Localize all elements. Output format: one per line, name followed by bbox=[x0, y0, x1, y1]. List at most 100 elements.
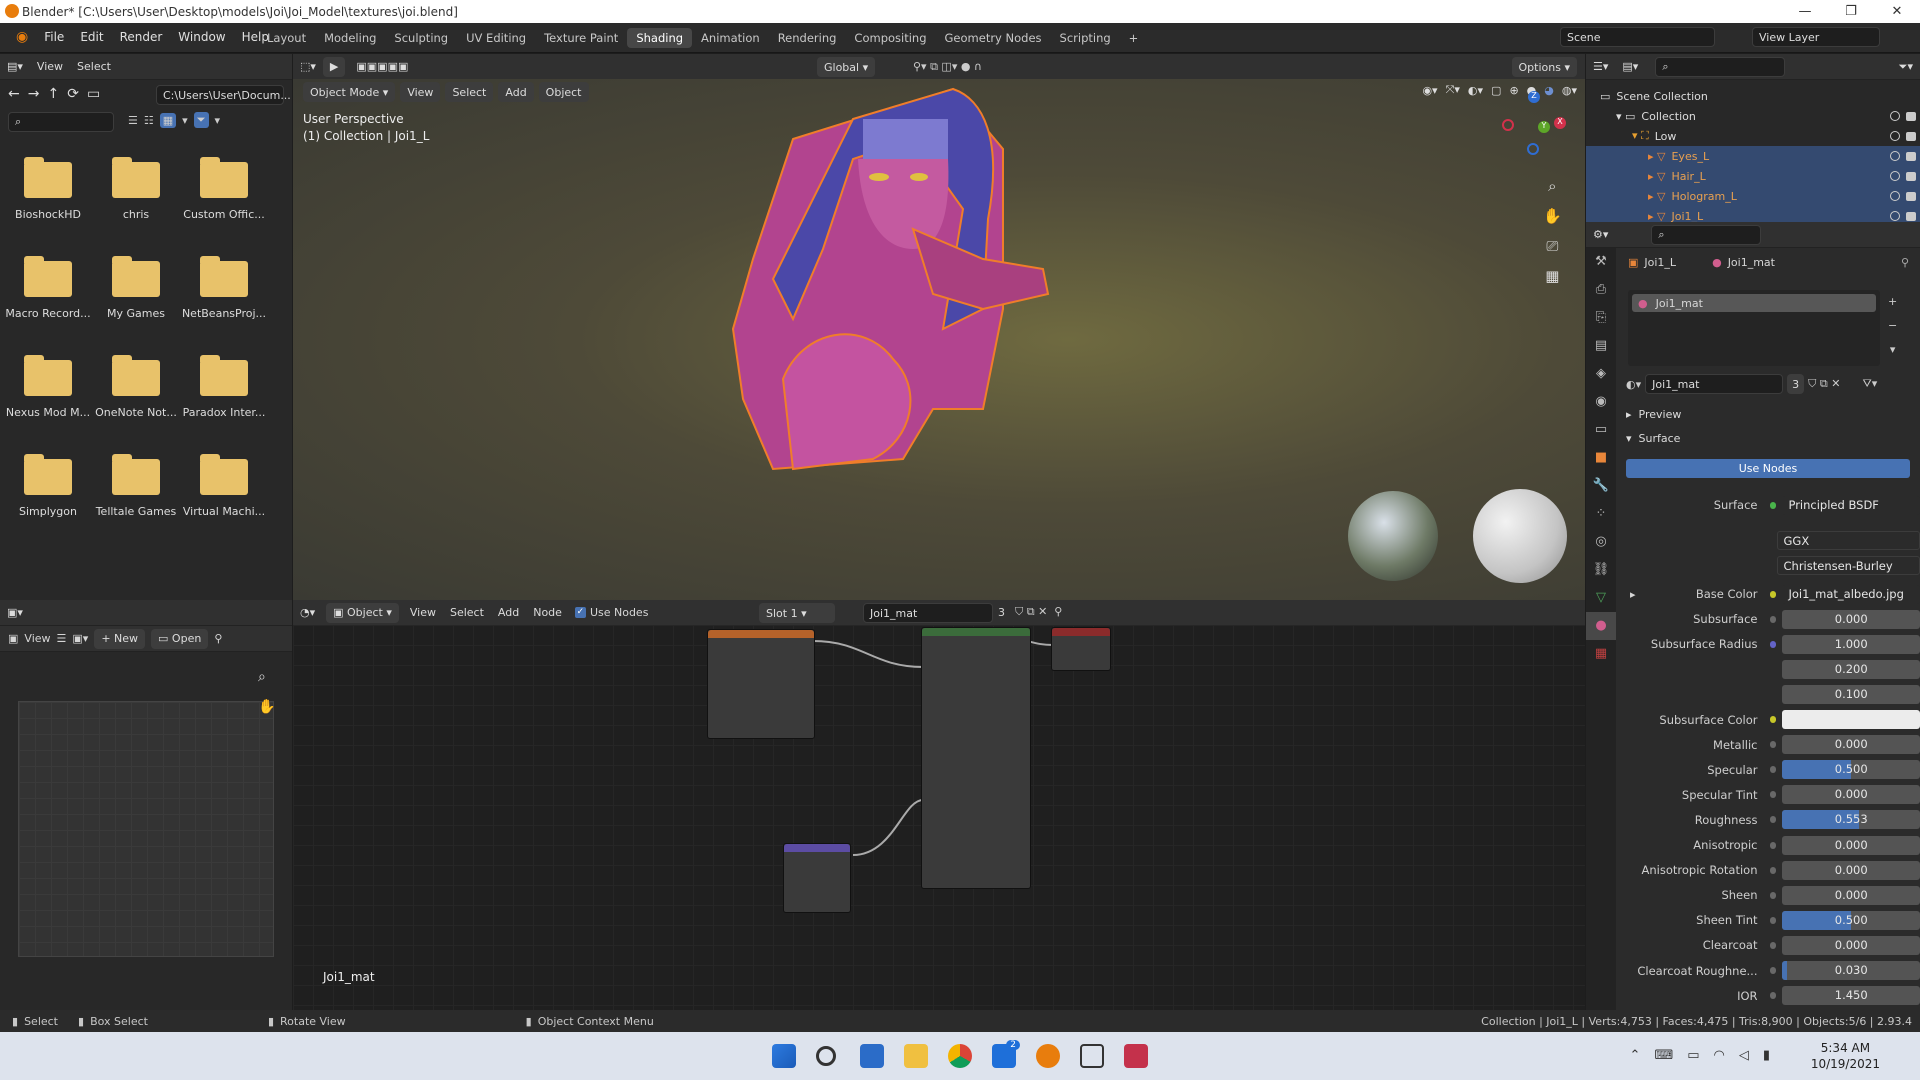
fb-search-input[interactable]: ⌕ bbox=[8, 112, 114, 132]
socket-icon[interactable] bbox=[1769, 716, 1777, 723]
socket-icon[interactable] bbox=[1769, 992, 1777, 1000]
vp-menu-object[interactable]: Object bbox=[538, 82, 589, 102]
ne-menu-select[interactable]: Select bbox=[450, 606, 484, 619]
subsurface-method-dropdown[interactable]: Christensen-Burley bbox=[1776, 555, 1920, 575]
visibility-eye-icon[interactable] bbox=[1890, 211, 1900, 221]
image-canvas[interactable] bbox=[18, 701, 274, 957]
socket-icon[interactable] bbox=[1769, 967, 1777, 974]
tab-compositing[interactable]: Compositing bbox=[845, 28, 935, 48]
outliner-row[interactable]: ▾ ▭ Collection bbox=[1586, 106, 1920, 126]
slot-menu-icon[interactable]: ▾ bbox=[1888, 338, 1897, 362]
list-view-icon[interactable]: ☰ bbox=[128, 114, 138, 127]
collection-tab-icon[interactable]: ▭ bbox=[1586, 416, 1616, 444]
filter-icon[interactable]: ⏷ bbox=[193, 112, 209, 128]
folder-item[interactable]: OneNote Not... bbox=[92, 352, 180, 419]
tab-animation[interactable]: Animation bbox=[692, 28, 769, 48]
back-icon[interactable]: ← bbox=[8, 86, 20, 102]
props-pin-icon[interactable]: ⚲ bbox=[1901, 256, 1909, 269]
editor-type-icon[interactable]: ▤▾ bbox=[7, 60, 23, 73]
chrome-icon[interactable] bbox=[948, 1044, 972, 1068]
number-slider[interactable]: 1.450 bbox=[1782, 986, 1920, 1006]
close-icon[interactable]: ✕ bbox=[1874, 0, 1920, 23]
scene-selector[interactable]: Scene bbox=[1560, 27, 1715, 47]
vp-menu-view[interactable]: View bbox=[400, 82, 441, 102]
keyboard-icon[interactable]: ⌨ bbox=[1654, 1048, 1673, 1063]
minimize-icon[interactable]: — bbox=[1782, 0, 1828, 23]
number-slider[interactable]: 1.000 bbox=[1782, 634, 1920, 654]
clock[interactable]: 5:34 AM 10/19/2021 bbox=[1811, 1040, 1880, 1072]
render-camera-icon[interactable] bbox=[1906, 151, 1916, 161]
socket-icon[interactable] bbox=[1769, 841, 1777, 849]
material-output-node[interactable] bbox=[1051, 627, 1111, 671]
hamburger-menu-icon[interactable]: ☰ bbox=[57, 632, 67, 645]
color-swatch[interactable] bbox=[1782, 710, 1920, 729]
slot-dropdown[interactable]: Slot 1 ▾ bbox=[759, 603, 835, 623]
ne-menu-add[interactable]: Add bbox=[498, 606, 519, 619]
tab-rendering[interactable]: Rendering bbox=[769, 28, 846, 48]
folder-item[interactable]: Virtual Machi... bbox=[180, 451, 268, 518]
overlay-icon[interactable]: ◐▾ bbox=[1468, 84, 1483, 97]
number-slider[interactable]: 0.500 bbox=[1782, 910, 1920, 930]
socket-icon[interactable] bbox=[1769, 866, 1777, 874]
tab-layout[interactable]: Layout bbox=[258, 28, 315, 48]
number-slider[interactable]: 0.000 bbox=[1782, 609, 1920, 629]
physics-tab-icon[interactable]: ◎ bbox=[1586, 528, 1616, 556]
menu-render[interactable]: Render bbox=[120, 30, 163, 44]
material-slot-list[interactable]: ● Joi1_mat bbox=[1628, 290, 1880, 366]
navigation-gizmo[interactable]: Z X Y bbox=[1500, 91, 1566, 157]
ne-menu-node[interactable]: Node bbox=[533, 606, 562, 619]
expand-icon[interactable]: ▸ bbox=[1630, 588, 1636, 601]
display-icon[interactable]: ▭ bbox=[1687, 1048, 1699, 1063]
start-icon[interactable] bbox=[772, 1044, 796, 1068]
select-mode-icons[interactable]: ▣▣▣▣▣ bbox=[356, 60, 408, 73]
node-material-actions[interactable]: ⛉ ⧉ ✕ ⚲ bbox=[1015, 605, 1062, 619]
pivot-snap-icons[interactable]: ⚲▾ ⧉ ◫▾ ● ∩ bbox=[913, 60, 982, 74]
render-camera-icon[interactable] bbox=[1906, 171, 1916, 181]
tab-texture-paint[interactable]: Texture Paint bbox=[535, 28, 627, 48]
viewport-editor-type-icon[interactable]: ⬚▾ bbox=[300, 60, 316, 73]
socket-icon[interactable] bbox=[1769, 891, 1777, 899]
number-slider[interactable]: 0.000 bbox=[1782, 785, 1920, 805]
surface-panel-header[interactable]: ▾ Surface bbox=[1626, 432, 1680, 445]
new-image-button[interactable]: + New bbox=[94, 628, 146, 649]
vp-menu-add[interactable]: Add bbox=[498, 82, 534, 102]
node-material-field[interactable]: Joi1_mat bbox=[863, 603, 993, 623]
number-slider[interactable]: 0.100 bbox=[1782, 684, 1920, 704]
socket-icon[interactable] bbox=[1769, 741, 1777, 749]
outliner-row[interactable]: ▸ ▽ Eyes_L bbox=[1586, 146, 1920, 166]
shader-type-dropdown[interactable]: ▣ Object ▾ bbox=[326, 602, 399, 623]
material-name-field[interactable]: Joi1_mat bbox=[1645, 374, 1784, 394]
render-tab-icon[interactable]: ⎙ bbox=[1586, 276, 1616, 304]
camera-view-icon[interactable]: ⎚ bbox=[1543, 231, 1562, 261]
tab-shading[interactable]: Shading bbox=[627, 28, 693, 48]
parent-dir-icon[interactable]: ↑ bbox=[47, 86, 59, 102]
outliner-row[interactable]: ▸ ▽ Hologram_L bbox=[1586, 186, 1920, 206]
folder-item[interactable]: Macro Record... bbox=[4, 253, 92, 320]
ie-view-icon[interactable]: ▣ bbox=[8, 632, 18, 645]
number-slider[interactable]: 0.030 bbox=[1782, 961, 1920, 980]
tray-chevron-icon[interactable]: ⌃ bbox=[1630, 1048, 1641, 1063]
socket-icon[interactable] bbox=[1769, 615, 1777, 623]
volume-icon[interactable]: ◁ bbox=[1739, 1048, 1749, 1063]
data-tab-icon[interactable]: ▽ bbox=[1586, 584, 1616, 612]
axis-y-icon[interactable]: Y bbox=[1538, 121, 1550, 133]
folder-item[interactable]: Nexus Mod M... bbox=[4, 352, 92, 419]
folder-item[interactable]: NetBeansProj... bbox=[180, 253, 268, 320]
texture-tab-icon[interactable]: ▦ bbox=[1586, 640, 1616, 668]
tab-scripting[interactable]: Scripting bbox=[1051, 28, 1120, 48]
number-slider[interactable]: 0.200 bbox=[1782, 659, 1920, 679]
particles-tab-icon[interactable]: ⁘ bbox=[1586, 500, 1616, 528]
ie-pan-hand-icon[interactable]: ✋ bbox=[258, 692, 275, 722]
pan-hand-icon[interactable]: ✋ bbox=[1543, 201, 1562, 231]
socket-icon[interactable] bbox=[1769, 916, 1777, 924]
folder-item[interactable]: BioshockHD bbox=[4, 154, 92, 221]
render-camera-icon[interactable] bbox=[1906, 111, 1916, 121]
file-explorer-icon[interactable] bbox=[904, 1044, 928, 1068]
options-button[interactable]: Options ▾ bbox=[1511, 57, 1577, 77]
number-slider[interactable]: 0.000 bbox=[1782, 885, 1920, 905]
normal-map-node[interactable] bbox=[783, 843, 851, 913]
properties-search-input[interactable]: ⌕ bbox=[1651, 224, 1762, 245]
visibility-eye-icon[interactable] bbox=[1890, 151, 1900, 161]
surface-shader-field[interactable]: Principled BSDF bbox=[1782, 495, 1920, 515]
ie-image-icon[interactable]: ▣▾ bbox=[72, 632, 88, 645]
